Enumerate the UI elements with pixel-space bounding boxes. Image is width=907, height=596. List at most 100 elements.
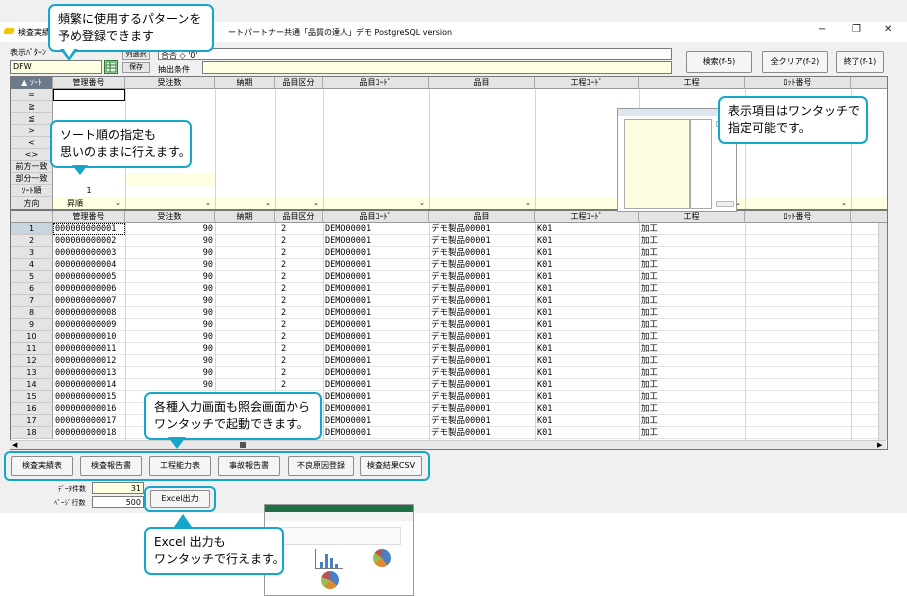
table-row[interactable]: 2 000000000002 90 2 DEMO00001 デモ製品00001 K01 加工 [11,235,887,247]
cell-process-name[interactable]: 加工 [641,415,745,427]
cell-order-qty[interactable]: 90 [125,331,213,343]
filter-col-header[interactable]: 管理番号 [53,77,125,89]
condition-text[interactable]: 合否 ◇ '0' [158,48,672,60]
cell-process-code[interactable]: K01 [537,307,639,319]
cell-item-name[interactable]: デモ製品00001 [431,415,535,427]
row-number[interactable]: 13 [11,367,53,379]
chevron-down-icon[interactable]: ⌄ [265,197,271,209]
table-row[interactable]: 14 000000000014 90 2 DEMO00001 デモ製品00001 K01 加工 [11,379,887,391]
cell-process-name[interactable]: 加工 [641,427,745,439]
table-row[interactable]: 15000000000015902DEMO00001デモ製品00001K01加工 [11,391,887,403]
cell-item-name[interactable]: デモ製品00001 [431,331,535,343]
cell-control-number[interactable]: 000000000005 [55,271,125,283]
cell-item-class[interactable]: 2 [281,295,327,307]
row-number[interactable]: 4 [11,259,53,271]
row-number[interactable]: 10 [11,331,53,343]
cell-item-code[interactable]: DEMO00001 [325,307,429,319]
inspection-results-button[interactable]: 検査実績表 [11,456,73,476]
cell-item-name[interactable]: デモ製品00001 [431,367,535,379]
cell-control-number[interactable]: 000000000017 [55,415,125,427]
cell-control-number[interactable]: 000000000014 [55,379,125,391]
cell-item-name[interactable]: デモ製品00001 [431,427,535,439]
filter-col-header[interactable]: 工程ｺｰﾄﾞ [535,77,639,89]
data-col-header[interactable]: 管理番号 [53,211,125,223]
cell-item-code[interactable]: DEMO00001 [325,391,429,403]
horizontal-scrollbar[interactable]: ◀ ▶ [10,440,886,449]
cell-item-class[interactable]: 2 [281,307,327,319]
cell-control-number[interactable]: 000000000015 [55,391,125,403]
cell-item-name[interactable]: デモ製品00001 [431,223,535,235]
row-number[interactable]: 5 [11,271,53,283]
data-col-header[interactable]: 品目区分 [275,211,323,223]
cell-process-name[interactable]: 加工 [641,271,745,283]
table-row[interactable]: 1 000000000001 90 2 DEMO00001 デモ製品00001 K01 加工 [11,223,887,235]
cell-item-code[interactable]: DEMO00001 [325,415,429,427]
cell-process-name[interactable]: 加工 [641,391,745,403]
cell-process-code[interactable]: K01 [537,235,639,247]
cell-process-code[interactable]: K01 [537,259,639,271]
cell-process-code[interactable]: K01 [537,343,639,355]
cell-process-code[interactable]: K01 [537,295,639,307]
filter-col-header[interactable]: 受注数 [125,77,215,89]
direction-value[interactable]: 昇順 [67,197,83,209]
table-row[interactable]: 17000000000017902DEMO00001デモ製品00001K01加工 [11,415,887,427]
cell-process-code[interactable]: K01 [537,355,639,367]
row-number[interactable]: 14 [11,379,53,391]
cell-process-name[interactable]: 加工 [641,235,745,247]
data-col-header[interactable]: 納期 [215,211,275,223]
filter-cell[interactable] [125,173,215,185]
vertical-scrollbar[interactable] [878,223,887,440]
cell-order-qty[interactable]: 90 [125,367,213,379]
cell-item-code[interactable]: DEMO00001 [325,271,429,283]
row-number[interactable]: 3 [11,247,53,259]
cell-process-name[interactable]: 加工 [641,355,745,367]
chevron-down-icon[interactable]: ⌄ [205,197,211,209]
table-row[interactable]: 7 000000000007 90 2 DEMO00001 デモ製品00001 K01 加工 [11,295,887,307]
cell-item-class[interactable]: 2 [281,367,327,379]
cell-control-number[interactable]: 000000000004 [55,259,125,271]
table-row[interactable]: 4 000000000004 90 2 DEMO00001 デモ製品00001 K01 加工 [11,259,887,271]
cell-process-code[interactable]: K01 [537,379,639,391]
condition-input[interactable] [202,61,672,74]
cell-item-code[interactable]: DEMO00001 [325,355,429,367]
filter-col-header[interactable]: 品目ｺｰﾄﾞ [323,77,429,89]
cell-process-name[interactable]: 加工 [641,379,745,391]
data-col-header[interactable]: ﾛｯﾄ番号 [745,211,851,223]
cell-process-name[interactable]: 加工 [641,307,745,319]
cell-item-name[interactable]: デモ製品00001 [431,295,535,307]
cell-item-name[interactable]: デモ製品00001 [431,379,535,391]
cell-process-code[interactable]: K01 [537,271,639,283]
search-button[interactable]: 検索(f-5) [686,51,752,73]
cell-item-name[interactable]: デモ製品00001 [431,343,535,355]
row-number[interactable]: 18 [11,427,53,439]
cell-order-qty[interactable]: 90 [125,295,213,307]
excel-export-button[interactable]: Excel出力 [150,490,210,508]
cell-item-class[interactable]: 2 [281,259,327,271]
row-number[interactable]: 11 [11,343,53,355]
cell-process-name[interactable]: 加工 [641,403,745,415]
data-col-header[interactable]: 受注数 [125,211,215,223]
table-row[interactable]: 6 000000000006 90 2 DEMO00001 デモ製品00001 K01 加工 [11,283,887,295]
cell-order-qty[interactable]: 90 [125,235,213,247]
inspection-csv-button[interactable]: 検査結果CSV [360,456,422,476]
cell-item-code[interactable]: DEMO00001 [325,259,429,271]
cell-process-code[interactable]: K01 [537,283,639,295]
data-col-header[interactable]: 品目ｺｰﾄﾞ [323,211,429,223]
data-col-header[interactable]: 品目 [429,211,535,223]
cell-order-qty[interactable]: 90 [125,247,213,259]
row-number[interactable]: 2 [11,235,53,247]
cell-item-code[interactable]: DEMO00001 [325,283,429,295]
page-rows-input[interactable]: 500 [92,496,144,508]
cell-order-qty[interactable]: 90 [125,355,213,367]
cell-control-number[interactable]: 000000000003 [55,247,125,259]
row-number[interactable]: 15 [11,391,53,403]
data-col-header[interactable]: 工程 [639,211,745,223]
cell-process-code[interactable]: K01 [537,367,639,379]
cell-order-qty[interactable]: 90 [125,319,213,331]
cell-item-name[interactable]: デモ製品00001 [431,247,535,259]
table-row[interactable]: 8 000000000008 90 2 DEMO00001 デモ製品00001 K01 加工 [11,307,887,319]
cell-process-code[interactable]: K01 [537,331,639,343]
cell-order-qty[interactable]: 90 [125,307,213,319]
cell-process-code[interactable]: K01 [537,319,639,331]
cell-process-name[interactable]: 加工 [641,319,745,331]
